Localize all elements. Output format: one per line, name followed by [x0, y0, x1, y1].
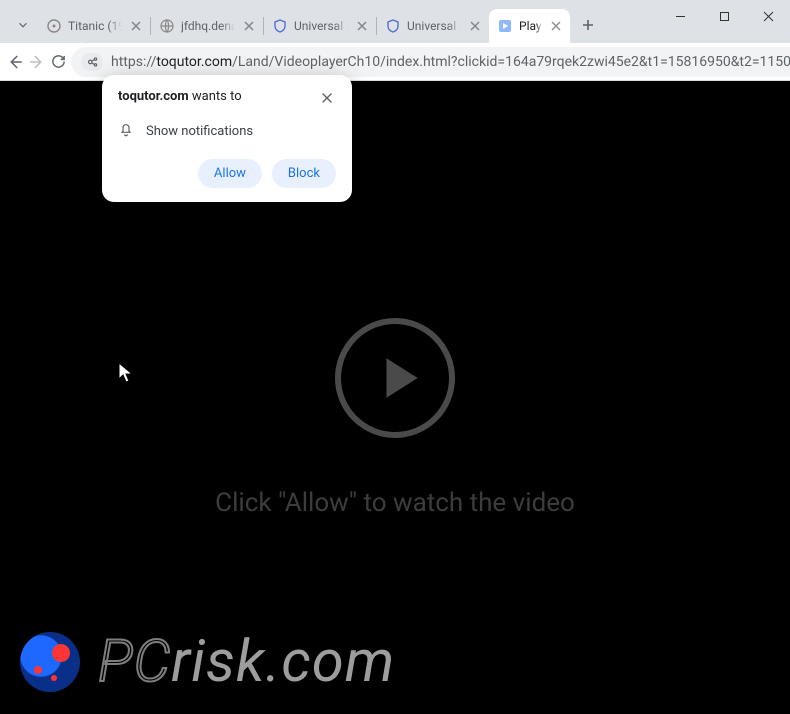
forward-button[interactable] [28, 47, 46, 77]
tab-label: Universal Ad B [294, 19, 348, 33]
movie-icon [46, 18, 62, 34]
tab-play-active[interactable]: Play [489, 9, 570, 43]
minimize-button[interactable] [658, 0, 702, 32]
site-info-button[interactable] [81, 53, 103, 71]
tab-universal-ad-2[interactable]: Universal Ad B [377, 9, 489, 43]
new-tab-button[interactable] [574, 11, 602, 39]
tab-label: jfdhq.denaliv… [181, 19, 235, 33]
close-icon[interactable] [241, 18, 257, 34]
tab-label: Titanic (1997) [68, 19, 122, 33]
globe-icon [159, 18, 175, 34]
tab-label: Play [519, 19, 542, 33]
window-controls [658, 0, 790, 32]
tab-strip: Titanic (1997) jfdhq.denaliv… Universal … [38, 0, 658, 43]
tab-jfdhq[interactable]: jfdhq.denaliv… [151, 9, 263, 43]
tab-label: Universal Ad B [407, 19, 461, 33]
reload-button[interactable] [50, 47, 67, 77]
video-play-button[interactable] [335, 318, 455, 438]
close-icon[interactable] [467, 18, 483, 34]
shield-icon [385, 18, 401, 34]
permission-title: toqutor.com wants to [118, 89, 242, 104]
permission-close-button[interactable] [318, 89, 336, 107]
permission-body-text: Show notifications [146, 124, 253, 139]
play-icon [497, 18, 513, 34]
tab-search-button[interactable] [10, 12, 36, 38]
tab-titanic[interactable]: Titanic (1997) [38, 9, 150, 43]
allow-button[interactable]: Allow [198, 159, 262, 188]
bell-icon [118, 121, 134, 141]
maximize-button[interactable] [702, 0, 746, 32]
back-button[interactable] [6, 47, 24, 77]
address-bar[interactable]: https://toqutor.com/Land/VideoplayerCh10… [71, 47, 790, 77]
shield-icon [272, 18, 288, 34]
close-window-button[interactable] [746, 0, 790, 32]
play-icon [374, 352, 426, 404]
notification-permission-dialog: toqutor.com wants to Show notifications … [102, 75, 352, 202]
close-icon[interactable] [128, 18, 144, 34]
browser-titlebar: Titanic (1997) jfdhq.denaliv… Universal … [0, 0, 790, 43]
block-button[interactable]: Block [272, 159, 336, 188]
url-text: https://toqutor.com/Land/VideoplayerCh10… [111, 54, 790, 70]
tab-universal-ad-1[interactable]: Universal Ad B [264, 9, 376, 43]
close-icon[interactable] [548, 18, 564, 34]
allow-hint-text: Click "Allow" to watch the video [0, 488, 790, 518]
permission-body: Show notifications [118, 121, 336, 141]
close-icon[interactable] [354, 18, 370, 34]
